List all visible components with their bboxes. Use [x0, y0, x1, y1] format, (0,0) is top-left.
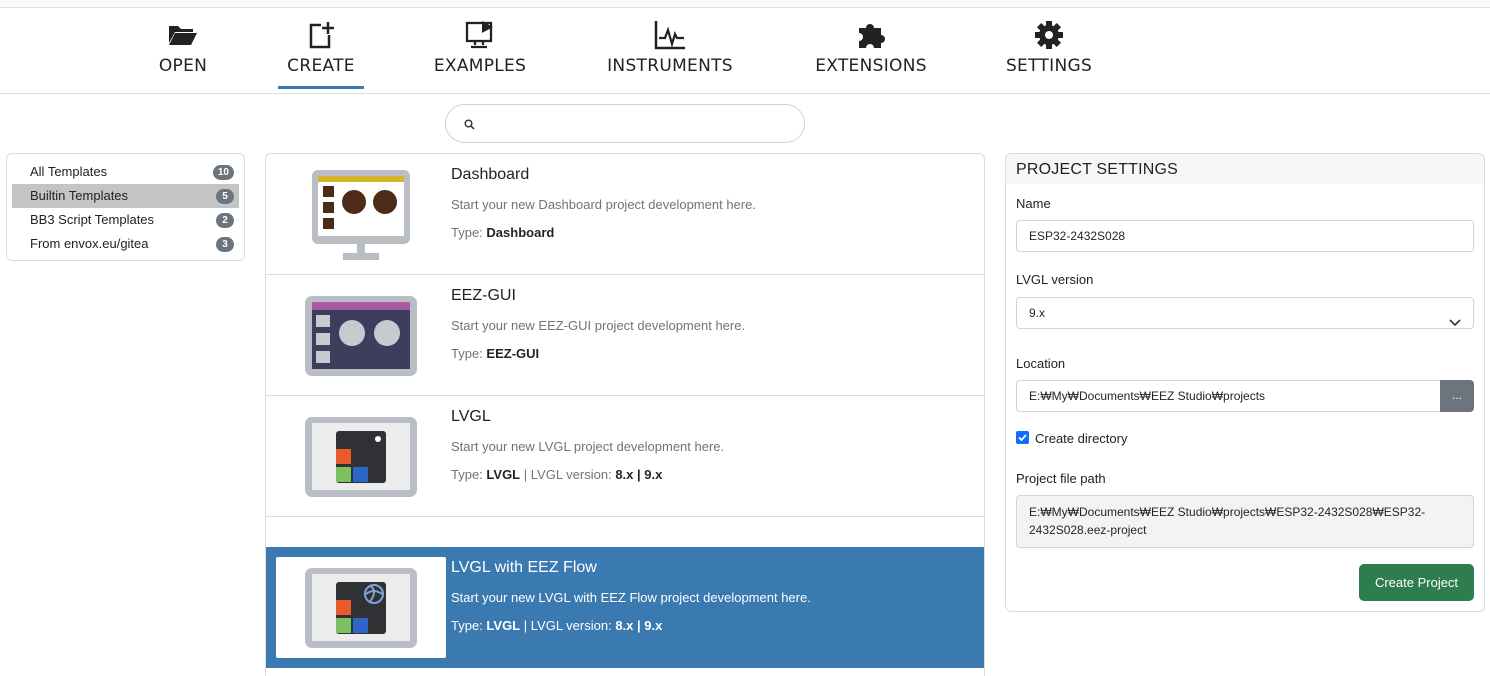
- count-badge: 5: [216, 189, 234, 204]
- nav-instruments-label: INSTRUMENTS: [607, 56, 733, 76]
- nav-settings-label: SETTINGS: [1005, 56, 1093, 76]
- panel-title: PROJECT SETTINGS: [1006, 154, 1484, 184]
- sidebar-item-label: All Templates: [30, 164, 108, 179]
- lvgl-version-value: 9.x: [1029, 306, 1046, 320]
- nav-open-label: OPEN: [158, 56, 208, 76]
- chart-pulse-icon: [604, 18, 736, 52]
- template-title: EEZ-GUI: [451, 287, 516, 304]
- template-list: Dashboard Start your new Dashboard proje…: [265, 153, 985, 676]
- create-directory-label[interactable]: Create directory: [1035, 431, 1127, 446]
- template-dashboard[interactable]: Dashboard Start your new Dashboard proje…: [266, 154, 984, 275]
- project-settings-panel: PROJECT SETTINGS Name ESP32-2432S028 LVG…: [1005, 153, 1485, 612]
- lvgl-version-select[interactable]: 9.x: [1016, 297, 1474, 329]
- count-badge: 2: [216, 213, 234, 228]
- lvgl-flow-template-icon: [276, 557, 446, 658]
- nav-settings[interactable]: SETTINGS: [1004, 18, 1094, 90]
- sidebar-item-label: Builtin Templates: [30, 188, 129, 203]
- location-field[interactable]: E:₩My₩Documents₩EEZ Studio₩projects: [1016, 380, 1440, 412]
- template-description: Start your new Dashboard project develop…: [451, 197, 756, 212]
- nav-open[interactable]: OPEN: [156, 18, 210, 90]
- sidebar-item-envox-gitea[interactable]: From envox.eu/gitea 3: [12, 232, 239, 256]
- template-type: Type: EEZ-GUI: [451, 346, 540, 361]
- sidebar-item-label: BB3 Script Templates: [30, 212, 155, 227]
- template-description: Start your new LVGL with EEZ Flow projec…: [451, 590, 811, 605]
- template-type: Type: Dashboard: [451, 225, 555, 240]
- template-lvgl[interactable]: LVGL Start your new LVGL project develop…: [266, 396, 984, 517]
- search-icon: [464, 118, 475, 133]
- template-search[interactable]: [445, 104, 805, 143]
- nav-instruments[interactable]: INSTRUMENTS: [604, 18, 736, 90]
- file-plus-icon: [278, 18, 364, 52]
- project-file-path-field: E:₩My₩Documents₩EEZ Studio₩projects₩ESP3…: [1016, 495, 1474, 548]
- browse-location-button[interactable]: ...: [1440, 380, 1474, 412]
- create-directory-checkbox[interactable]: [1016, 431, 1029, 444]
- search-input[interactable]: [486, 113, 786, 135]
- nav-extensions-label: EXTENSIONS: [815, 56, 927, 76]
- template-type: Type: LVGL | LVGL version: 8.x | 9.x: [451, 618, 663, 633]
- template-description: Start your new LVGL project development …: [451, 439, 725, 454]
- nav-create-label: CREATE: [287, 56, 355, 76]
- eez-gui-template-icon: [276, 285, 446, 386]
- template-description: Start your new EEZ-GUI project developme…: [451, 318, 746, 333]
- project-file-path-label: Project file path: [1016, 471, 1106, 486]
- template-title: LVGL: [451, 408, 491, 425]
- template-type: Type: LVGL | LVGL version: 8.x | 9.x: [451, 467, 663, 482]
- sidebar-item-builtin-templates[interactable]: Builtin Templates 5: [12, 184, 239, 208]
- sidebar-item-bb3-script-templates[interactable]: BB3 Script Templates 2: [12, 208, 239, 232]
- location-label: Location: [1016, 356, 1066, 371]
- window-top-strip: [0, 0, 1490, 8]
- project-name-field[interactable]: ESP32-2432S028: [1016, 220, 1474, 252]
- create-project-button[interactable]: Create Project: [1359, 564, 1474, 601]
- lvgl-version-label: LVGL version: [1016, 272, 1094, 287]
- template-folders-sidebar: All Templates 10 Builtin Templates 5 BB3…: [6, 153, 245, 261]
- lvgl-template-icon: [276, 406, 446, 507]
- sidebar-item-all-templates[interactable]: All Templates 10: [12, 160, 239, 184]
- puzzle-icon: [813, 18, 929, 52]
- nav-examples-label: EXAMPLES: [433, 56, 527, 76]
- active-tab-underline: [278, 86, 364, 89]
- template-title: Dashboard: [451, 166, 530, 183]
- main-navbar: OPEN CREATE EXAMPLES INSTRUMENTS EXTENSI…: [0, 8, 1490, 94]
- count-badge: 10: [212, 165, 234, 180]
- chevron-down-icon: [1449, 308, 1461, 338]
- dashboard-template-icon: [276, 164, 446, 265]
- template-lvgl-eez-flow[interactable]: LVGL with EEZ Flow Start your new LVGL w…: [266, 547, 984, 668]
- monitor-play-icon: [432, 18, 528, 52]
- template-eez-gui[interactable]: EEZ-GUI Start your new EEZ-GUI project d…: [266, 275, 984, 396]
- nav-examples[interactable]: EXAMPLES: [432, 18, 528, 90]
- sidebar-item-label: From envox.eu/gitea: [30, 236, 149, 251]
- gear-icon: [1004, 18, 1094, 52]
- template-title: LVGL with EEZ Flow: [451, 559, 597, 576]
- check-icon: [1018, 434, 1027, 442]
- nav-extensions[interactable]: EXTENSIONS: [813, 18, 929, 90]
- count-badge: 3: [216, 237, 234, 252]
- folder-open-icon: [156, 18, 210, 52]
- nav-create[interactable]: CREATE: [278, 18, 364, 90]
- name-label: Name: [1016, 196, 1051, 211]
